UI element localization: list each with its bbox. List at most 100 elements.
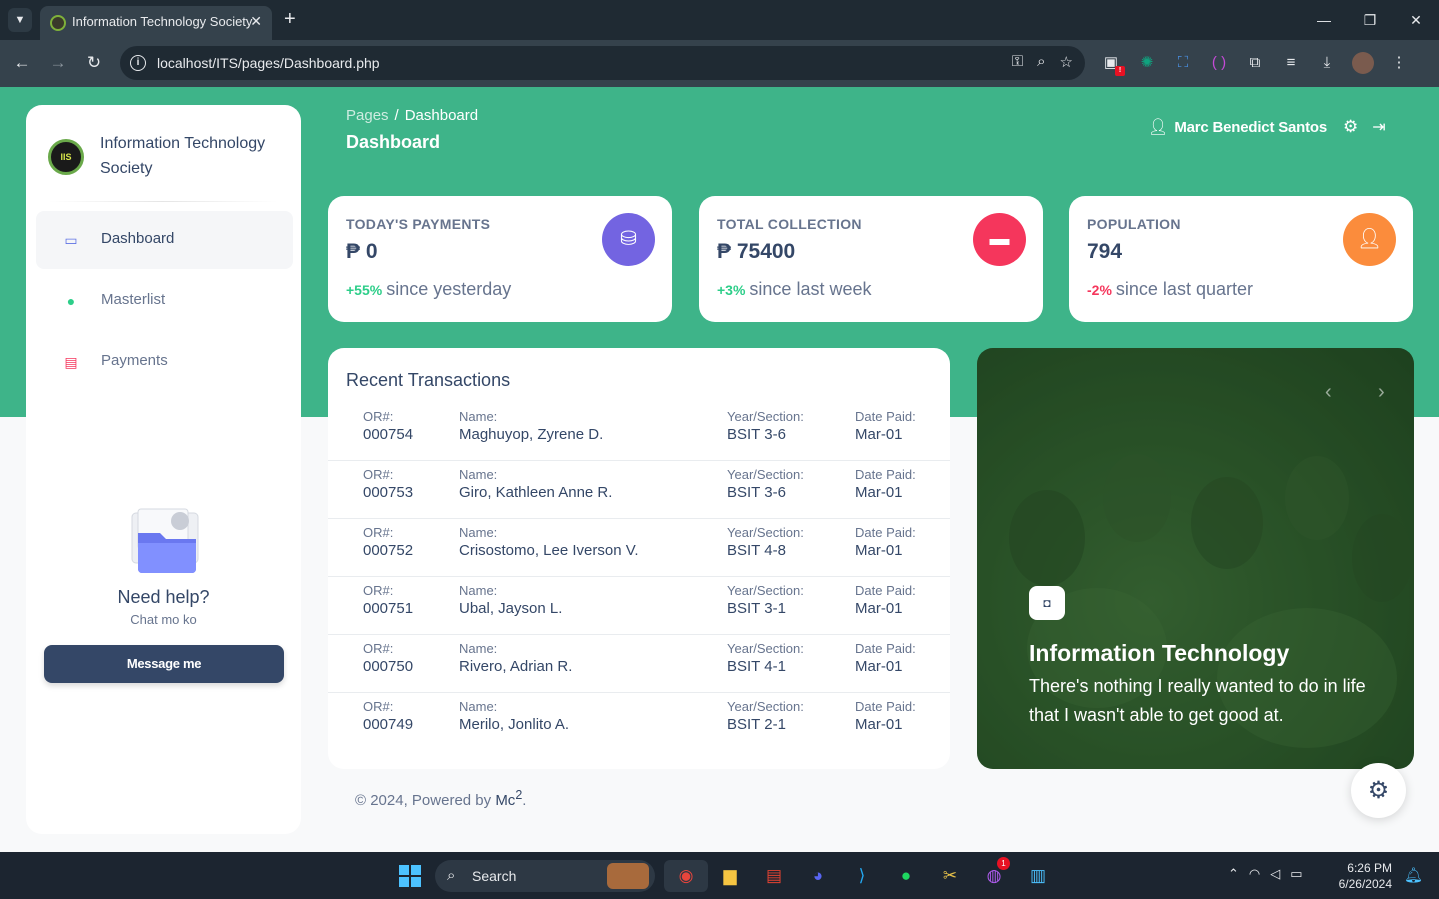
chevron-up-icon[interactable]: ⌃ <box>1228 866 1239 882</box>
windows-start-icon[interactable] <box>399 865 421 887</box>
todoist-icon[interactable]: ▤ <box>752 860 796 892</box>
extensions-puzzle-icon[interactable]: ⧉ <box>1244 52 1266 74</box>
carousel-next-icon[interactable]: › <box>1378 381 1385 404</box>
restore-icon[interactable]: ❐ <box>1347 0 1393 40</box>
battery-icon[interactable]: ▭ <box>1290 866 1302 882</box>
table-row: OR#: 000753 Name: Giro, Kathleen Anne R. Yea… <box>328 461 950 519</box>
logout-icon[interactable]: ⇥ <box>1372 117 1385 137</box>
tab-close-icon[interactable]: ✕ <box>250 13 262 30</box>
credit-card-icon: ▬ <box>973 213 1026 266</box>
cell-label: Date Paid: <box>855 699 916 714</box>
profile-avatar[interactable] <box>1352 52 1374 74</box>
new-tab-icon[interactable]: + <box>284 8 296 30</box>
message-me-button[interactable]: Message me <box>44 645 284 683</box>
footer-brand-link[interactable]: Mc2 <box>495 788 522 809</box>
notification-bell-icon[interactable]: 🔔︎ <box>1404 866 1423 884</box>
table-cell-name: Name: Giro, Kathleen Anne R. <box>459 467 612 501</box>
breadcrumb-pages-link[interactable]: Pages <box>346 107 389 124</box>
cell-value: BSIT 3-1 <box>727 600 786 617</box>
password-key-icon[interactable]: ⚿ <box>1012 53 1023 71</box>
user-name-link[interactable]: Marc Benedict Santos <box>1174 119 1327 136</box>
sidebar: IIS Information Technology Society ▭ Das… <box>26 105 301 834</box>
url-text[interactable]: localhost/ITS/pages/Dashboard.php <box>157 55 380 71</box>
messenger-icon[interactable]: ◍ 1 <box>972 857 1016 892</box>
forward-arrow-icon[interactable]: → <box>47 52 69 74</box>
notification-badge: 1 <box>997 857 1010 870</box>
cell-label: OR#: <box>363 409 394 424</box>
breadcrumb-current: Dashboard <box>404 107 479 124</box>
carousel-description: There's nothing I really wanted to do in… <box>1029 676 1366 725</box>
stat-change-text: since last week <box>749 279 872 299</box>
discord-icon[interactable]: ◕ <box>796 860 840 892</box>
download-icon[interactable]: ⤓ <box>1316 52 1338 74</box>
reading-list-icon[interactable]: ≡ <box>1280 52 1302 74</box>
volume-icon[interactable]: ◁ <box>1270 866 1280 882</box>
taskbar-search[interactable]: ⌕ Search <box>435 860 655 892</box>
code-extension-icon[interactable]: ( ) <box>1208 52 1230 74</box>
spotify-icon[interactable]: ● <box>884 860 928 892</box>
back-arrow-icon[interactable]: ← <box>11 52 33 74</box>
cell-value: 000754 <box>363 426 414 443</box>
minimize-icon[interactable]: — <box>1301 0 1347 40</box>
table-cell-section: Year/Section: BSIT 4-1 <box>727 641 804 675</box>
carousel-prev-icon[interactable]: ‹ <box>1325 381 1332 404</box>
cell-value: 000750 <box>363 658 414 675</box>
reload-icon[interactable]: ↻ <box>83 52 105 74</box>
taskbar-clock[interactable]: 6:26 PM 6/26/2024 <box>1334 860 1392 892</box>
help-subtitle: Chat mo ko <box>130 612 197 627</box>
sidebar-item-payments[interactable]: ▤ Payments <box>36 333 293 391</box>
dashboard-page: IIS Information Technology Society ▭ Das… <box>0 87 1439 852</box>
footer: © 2024, Powered by Mc2. <box>355 788 526 809</box>
settings-fab[interactable]: ⚙ <box>1351 763 1406 818</box>
table-row: OR#: 000754 Name: Maghuyop, Zyrene D. Year/S… <box>328 403 950 461</box>
cell-label: OR#: <box>363 525 394 540</box>
cell-label: Date Paid: <box>855 583 916 598</box>
cell-label: Name: <box>459 583 498 598</box>
stat-change: +55% <box>346 282 383 298</box>
vscode-icon[interactable]: ⟩ <box>840 860 884 892</box>
extension-badge-icon[interactable]: ▣! <box>1100 52 1125 76</box>
site-favicon-icon <box>50 15 66 31</box>
document-icon: ▤ <box>64 354 78 370</box>
chatgpt-extension-icon[interactable]: ✺ <box>1136 52 1158 74</box>
table-row: OR#: 000752 Name: Crisostomo, Lee Iverson V… <box>328 519 950 577</box>
window-close-icon[interactable]: ✕ <box>1393 0 1439 40</box>
gear-icon[interactable]: ⚙ <box>1343 117 1358 137</box>
cell-label: Year/Section: <box>727 409 804 424</box>
wifi-icon[interactable]: ◠ <box>1249 866 1260 882</box>
omnibox-actions: ⚿ ⌕ ☆ <box>1012 53 1073 71</box>
table-cell-name: Name: Ubal, Jayson L. <box>459 583 562 617</box>
carousel-title: Information Technology <box>1029 640 1290 666</box>
browser-tab[interactable]: Information Technology Society ✕ <box>40 6 272 40</box>
snipping-tool-icon[interactable]: ✂ <box>928 860 972 892</box>
address-bar[interactable]: i localhost/ITS/pages/Dashboard.php ⚿ ⌕ … <box>120 46 1085 80</box>
cell-value: BSIT 2-1 <box>727 716 786 733</box>
table-cell-section: Year/Section: BSIT 2-1 <box>727 699 804 733</box>
cell-label: Name: <box>459 699 498 714</box>
page-title: Dashboard <box>346 132 441 152</box>
table-cell-date: Date Paid: Mar-01 <box>855 467 916 501</box>
zoom-icon[interactable]: ⌕ <box>1037 53 1045 71</box>
cell-value: Rivero, Adrian R. <box>459 658 573 675</box>
notepad-icon[interactable]: ▥ <box>1016 860 1060 892</box>
browser-menu-icon[interactable]: ⋮ <box>1388 52 1410 74</box>
sidebar-item-masterlist[interactable]: ● Masterlist <box>36 272 293 330</box>
chrome-app-icon[interactable]: ◉ <box>664 860 708 892</box>
sidebar-item-dashboard[interactable]: ▭ Dashboard <box>36 211 293 269</box>
tab-search-button[interactable]: ▼ <box>8 8 32 32</box>
stat-change: +3% <box>717 282 746 298</box>
cell-label: Year/Section: <box>727 583 804 598</box>
footer-text: © 2024, Powered by <box>355 792 492 809</box>
site-info-icon[interactable]: i <box>130 55 146 71</box>
table-cell-name: Name: Crisostomo, Lee Iverson V. <box>459 525 639 559</box>
cell-label: Date Paid: <box>855 409 916 424</box>
windows-taskbar: ⌕ Search ◉ ▆ ▤ ◕ ⟩ ● ✂ ◍ 1 ▥ ⌃ ◠ ◁ ▭ 6:26… <box>0 852 1439 899</box>
its-logo: IIS <box>48 139 84 175</box>
stat-card-todays-payments: TODAY'S PAYMENTS ₱ 0 +55% since yesterday… <box>328 196 672 322</box>
file-explorer-icon[interactable]: ▆ <box>708 860 752 892</box>
search-label: Search <box>472 868 517 884</box>
bookmark-star-icon[interactable]: ☆ <box>1060 53 1073 71</box>
screenshot-extension-icon[interactable]: ⛶ <box>1172 52 1194 74</box>
table-row: OR#: 000749 Name: Merilo, Jonlito A. Year/Se… <box>328 693 950 751</box>
sidebar-brand[interactable]: IIS Information Technology Society <box>48 131 278 191</box>
